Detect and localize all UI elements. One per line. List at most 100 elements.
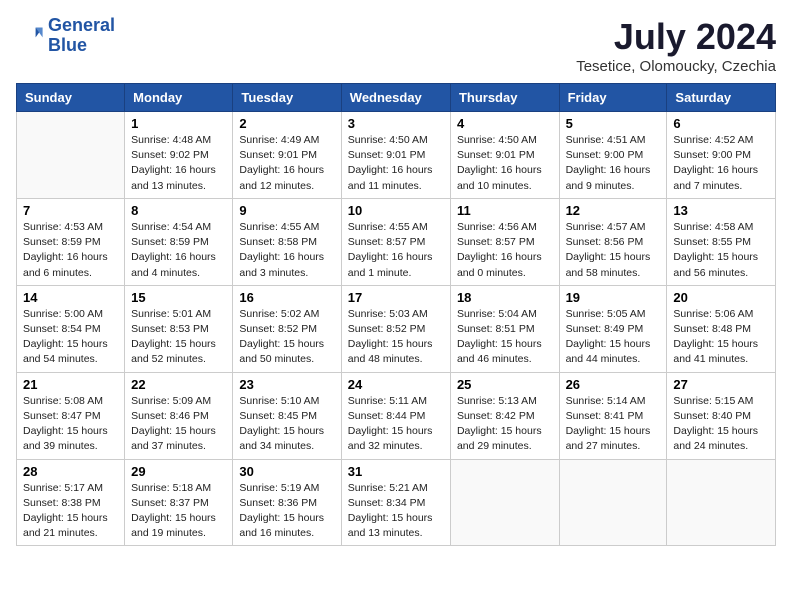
header-friday: Friday — [559, 84, 667, 112]
header: General Blue July 2024 Tesetice, Olomouc… — [16, 16, 776, 75]
day-number: 7 — [23, 203, 118, 218]
day-number: 24 — [348, 377, 444, 392]
logo: General Blue — [16, 16, 115, 56]
day-number: 6 — [673, 116, 769, 131]
day-info: Sunrise: 5:13 AMSunset: 8:42 PMDaylight:… — [457, 394, 553, 455]
calendar-week-row: 1 Sunrise: 4:48 AMSunset: 9:02 PMDaylight… — [17, 112, 776, 199]
day-number: 25 — [457, 377, 553, 392]
day-info: Sunrise: 5:03 AMSunset: 8:52 PMDaylight:… — [348, 307, 444, 368]
day-info: Sunrise: 5:05 AMSunset: 8:49 PMDaylight:… — [566, 307, 661, 368]
day-number: 18 — [457, 290, 553, 305]
table-row: 25 Sunrise: 5:13 AMSunset: 8:42 PMDayligh… — [450, 372, 559, 459]
header-thursday: Thursday — [450, 84, 559, 112]
calendar-header-row: Sunday Monday Tuesday Wednesday Thursday… — [17, 84, 776, 112]
day-number: 10 — [348, 203, 444, 218]
table-row: 16 Sunrise: 5:02 AMSunset: 8:52 PMDayligh… — [233, 285, 341, 372]
table-row: 19 Sunrise: 5:05 AMSunset: 8:49 PMDayligh… — [559, 285, 667, 372]
table-row: 26 Sunrise: 5:14 AMSunset: 8:41 PMDayligh… — [559, 372, 667, 459]
header-monday: Monday — [125, 84, 233, 112]
location-title: Tesetice, Olomoucky, Czechia — [576, 58, 776, 75]
day-info: Sunrise: 5:19 AMSunset: 8:36 PMDaylight:… — [239, 481, 334, 542]
logo-text: General Blue — [48, 16, 115, 56]
day-info: Sunrise: 4:51 AMSunset: 9:00 PMDaylight:… — [566, 133, 661, 194]
day-number: 31 — [348, 464, 444, 479]
day-info: Sunrise: 4:49 AMSunset: 9:01 PMDaylight:… — [239, 133, 334, 194]
table-row: 18 Sunrise: 5:04 AMSunset: 8:51 PMDayligh… — [450, 285, 559, 372]
day-number: 20 — [673, 290, 769, 305]
table-row: 1 Sunrise: 4:48 AMSunset: 9:02 PMDaylight… — [125, 112, 233, 199]
table-row: 9 Sunrise: 4:55 AMSunset: 8:58 PMDaylight… — [233, 198, 341, 285]
logo-line2: Blue — [48, 35, 87, 55]
calendar-week-row: 28 Sunrise: 5:17 AMSunset: 8:38 PMDayligh… — [17, 459, 776, 546]
day-number: 1 — [131, 116, 226, 131]
day-info: Sunrise: 4:50 AMSunset: 9:01 PMDaylight:… — [348, 133, 444, 194]
table-row — [559, 459, 667, 546]
header-sunday: Sunday — [17, 84, 125, 112]
table-row: 24Sunrise: 5:11 AMSunset: 8:44 PMDayligh… — [341, 372, 450, 459]
day-info: Sunrise: 4:58 AMSunset: 8:55 PMDaylight:… — [673, 220, 769, 281]
day-number: 9 — [239, 203, 334, 218]
day-info: Sunrise: 5:10 AMSunset: 8:45 PMDaylight:… — [239, 394, 334, 455]
day-info: Sunrise: 5:09 AMSunset: 8:46 PMDaylight:… — [131, 394, 226, 455]
day-number: 4 — [457, 116, 553, 131]
header-tuesday: Tuesday — [233, 84, 341, 112]
day-info: Sunrise: 5:15 AMSunset: 8:40 PMDaylight:… — [673, 394, 769, 455]
table-row: 30Sunrise: 5:19 AMSunset: 8:36 PMDayligh… — [233, 459, 341, 546]
day-info: Sunrise: 5:14 AMSunset: 8:41 PMDaylight:… — [566, 394, 661, 455]
table-row: 22 Sunrise: 5:09 AMSunset: 8:46 PMDayligh… — [125, 372, 233, 459]
day-number: 11 — [457, 203, 553, 218]
calendar-table: Sunday Monday Tuesday Wednesday Thursday… — [16, 83, 776, 546]
table-row — [450, 459, 559, 546]
day-info: Sunrise: 5:04 AMSunset: 8:51 PMDaylight:… — [457, 307, 553, 368]
day-number: 22 — [131, 377, 226, 392]
day-info: Sunrise: 5:17 AMSunset: 8:38 PMDaylight:… — [23, 481, 118, 542]
table-row: 20 Sunrise: 5:06 AMSunset: 8:48 PMDayligh… — [667, 285, 776, 372]
day-number: 8 — [131, 203, 226, 218]
table-row: 23 Sunrise: 5:10 AMSunset: 8:45 PMDayligh… — [233, 372, 341, 459]
day-info: Sunrise: 5:02 AMSunset: 8:52 PMDaylight:… — [239, 307, 334, 368]
table-row: 14Sunrise: 5:00 AMSunset: 8:54 PMDayligh… — [17, 285, 125, 372]
day-number: 3 — [348, 116, 444, 131]
table-row: 4 Sunrise: 4:50 AMSunset: 9:01 PMDaylight… — [450, 112, 559, 199]
day-info: Sunrise: 4:55 AMSunset: 8:58 PMDaylight:… — [239, 220, 334, 281]
day-number: 15 — [131, 290, 226, 305]
day-number: 23 — [239, 377, 334, 392]
table-row: 27 Sunrise: 5:15 AMSunset: 8:40 PMDayligh… — [667, 372, 776, 459]
table-row: 2 Sunrise: 4:49 AMSunset: 9:01 PMDaylight… — [233, 112, 341, 199]
calendar-week-row: 14Sunrise: 5:00 AMSunset: 8:54 PMDayligh… — [17, 285, 776, 372]
day-number: 29 — [131, 464, 226, 479]
table-row — [667, 459, 776, 546]
header-saturday: Saturday — [667, 84, 776, 112]
day-info: Sunrise: 4:50 AMSunset: 9:01 PMDaylight:… — [457, 133, 553, 194]
day-number: 16 — [239, 290, 334, 305]
day-info: Sunrise: 4:53 AMSunset: 8:59 PMDaylight:… — [23, 220, 118, 281]
table-row: 5 Sunrise: 4:51 AMSunset: 9:00 PMDaylight… — [559, 112, 667, 199]
table-row — [17, 112, 125, 199]
table-row: 10 Sunrise: 4:55 AMSunset: 8:57 PMDayligh… — [341, 198, 450, 285]
day-info: Sunrise: 5:06 AMSunset: 8:48 PMDaylight:… — [673, 307, 769, 368]
day-info: Sunrise: 4:52 AMSunset: 9:00 PMDaylight:… — [673, 133, 769, 194]
day-number: 2 — [239, 116, 334, 131]
day-number: 26 — [566, 377, 661, 392]
logo-icon — [16, 22, 44, 50]
day-number: 21 — [23, 377, 118, 392]
day-info: Sunrise: 5:18 AMSunset: 8:37 PMDaylight:… — [131, 481, 226, 542]
day-number: 28 — [23, 464, 118, 479]
day-number: 14 — [23, 290, 118, 305]
day-number: 13 — [673, 203, 769, 218]
day-info: Sunrise: 4:55 AMSunset: 8:57 PMDaylight:… — [348, 220, 444, 281]
day-info: Sunrise: 5:01 AMSunset: 8:53 PMDaylight:… — [131, 307, 226, 368]
day-number: 5 — [566, 116, 661, 131]
table-row: 3 Sunrise: 4:50 AMSunset: 9:01 PMDaylight… — [341, 112, 450, 199]
day-number: 17 — [348, 290, 444, 305]
day-info: Sunrise: 4:48 AMSunset: 9:02 PMDaylight:… — [131, 133, 226, 194]
table-row: 15 Sunrise: 5:01 AMSunset: 8:53 PMDayligh… — [125, 285, 233, 372]
day-info: Sunrise: 4:54 AMSunset: 8:59 PMDaylight:… — [131, 220, 226, 281]
day-number: 27 — [673, 377, 769, 392]
day-info: Sunrise: 4:56 AMSunset: 8:57 PMDaylight:… — [457, 220, 553, 281]
calendar-week-row: 7 Sunrise: 4:53 AMSunset: 8:59 PMDaylight… — [17, 198, 776, 285]
day-info: Sunrise: 5:08 AMSunset: 8:47 PMDaylight:… — [23, 394, 118, 455]
table-row: 17 Sunrise: 5:03 AMSunset: 8:52 PMDayligh… — [341, 285, 450, 372]
day-number: 19 — [566, 290, 661, 305]
table-row: 29 Sunrise: 5:18 AMSunset: 8:37 PMDayligh… — [125, 459, 233, 546]
